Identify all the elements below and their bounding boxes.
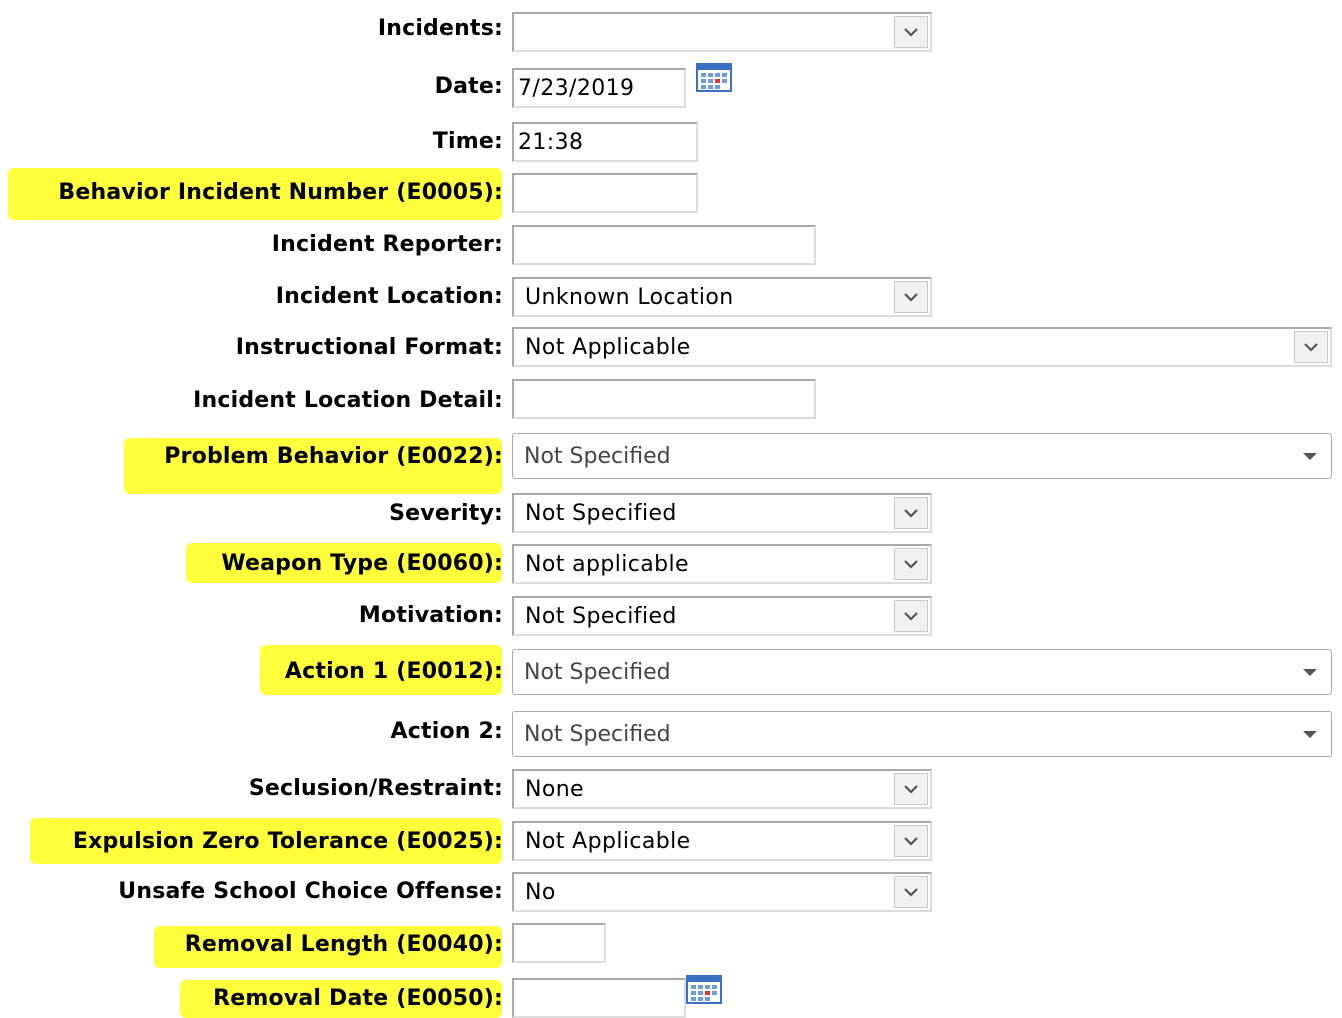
chevron-down-icon[interactable]: [894, 876, 928, 908]
motivation-select[interactable]: Not Specified: [512, 596, 932, 636]
severity-value: Not Specified: [525, 501, 677, 526]
motivation-label: Motivation:: [358, 603, 503, 628]
motivation-value: Not Specified: [525, 604, 677, 629]
instructional-format-select[interactable]: Not Applicable: [512, 327, 1332, 367]
problem-behavior-value: Not Specified: [524, 444, 671, 469]
problem-behavior-select[interactable]: Not Specified: [512, 433, 1332, 479]
unsafe-school-choice-offense-label: Unsafe School Choice Offense:: [118, 879, 503, 904]
action-1-select[interactable]: Not Specified: [512, 649, 1332, 695]
seclusion-restraint-select[interactable]: None: [512, 769, 932, 809]
removal-length-label: Removal Length (E0040):: [184, 932, 503, 957]
behavior-incident-number-input[interactable]: [512, 173, 698, 213]
incident-location-detail-label: Incident Location Detail:: [193, 388, 503, 413]
time-value: 21:38: [518, 130, 584, 155]
caret-down-icon[interactable]: [1303, 453, 1317, 460]
chevron-down-icon[interactable]: [894, 16, 928, 48]
incident-reporter-input[interactable]: [512, 225, 816, 265]
expulsion-zero-tolerance-value: Not Applicable: [525, 829, 691, 854]
calendar-icon[interactable]: [696, 62, 732, 92]
time-input[interactable]: 21:38: [512, 122, 698, 162]
time-label: Time:: [432, 129, 503, 154]
incident-location-detail-input[interactable]: [512, 379, 816, 419]
weapon-type-value: Not applicable: [525, 552, 689, 577]
removal-date-input[interactable]: [512, 978, 686, 1018]
action-2-value: Not Specified: [524, 722, 671, 747]
removal-date-label: Removal Date (E0050):: [213, 986, 503, 1011]
action-1-label: Action 1 (E0012):: [284, 659, 503, 684]
calendar-icon[interactable]: [686, 974, 722, 1004]
incident-location-value: Unknown Location: [525, 285, 734, 310]
behavior-incident-number-label: Behavior Incident Number (E0005):: [58, 180, 503, 205]
unsafe-school-choice-offense-select[interactable]: No: [512, 872, 932, 912]
removal-length-input[interactable]: [512, 923, 606, 963]
incident-location-select[interactable]: Unknown Location: [512, 277, 932, 317]
chevron-down-icon[interactable]: [894, 773, 928, 805]
seclusion-restraint-label: Seclusion/Restraint:: [248, 776, 503, 801]
incident-reporter-label: Incident Reporter:: [271, 232, 503, 257]
weapon-type-select[interactable]: Not applicable: [512, 544, 932, 584]
date-label: Date:: [434, 74, 503, 99]
caret-down-icon[interactable]: [1303, 731, 1317, 738]
chevron-down-icon[interactable]: [894, 548, 928, 580]
severity-label: Severity:: [389, 501, 503, 526]
action-2-select[interactable]: Not Specified: [512, 711, 1332, 757]
expulsion-zero-tolerance-select[interactable]: Not Applicable: [512, 821, 932, 861]
date-input[interactable]: 7/23/2019: [512, 68, 686, 108]
expulsion-zero-tolerance-label: Expulsion Zero Tolerance (E0025):: [72, 829, 503, 854]
chevron-down-icon[interactable]: [894, 825, 928, 857]
date-value: 7/23/2019: [518, 76, 635, 101]
problem-behavior-label: Problem Behavior (E0022):: [164, 444, 503, 469]
instructional-format-label: Instructional Format:: [235, 335, 503, 360]
instructional-format-value: Not Applicable: [525, 335, 691, 360]
caret-down-icon[interactable]: [1303, 669, 1317, 676]
action-2-label: Action 2:: [390, 719, 503, 744]
action-1-value: Not Specified: [524, 660, 671, 685]
chevron-down-icon[interactable]: [894, 281, 928, 313]
chevron-down-icon[interactable]: [894, 600, 928, 632]
chevron-down-icon[interactable]: [894, 497, 928, 529]
incidents-label: Incidents:: [377, 16, 503, 41]
weapon-type-label: Weapon Type (E0060):: [221, 551, 503, 576]
incident-location-label: Incident Location:: [275, 284, 503, 309]
severity-select[interactable]: Not Specified: [512, 493, 932, 533]
seclusion-restraint-value: None: [525, 777, 584, 802]
incidents-select[interactable]: [512, 12, 932, 52]
chevron-down-icon[interactable]: [1294, 331, 1328, 363]
unsafe-school-choice-offense-value: No: [525, 880, 556, 905]
